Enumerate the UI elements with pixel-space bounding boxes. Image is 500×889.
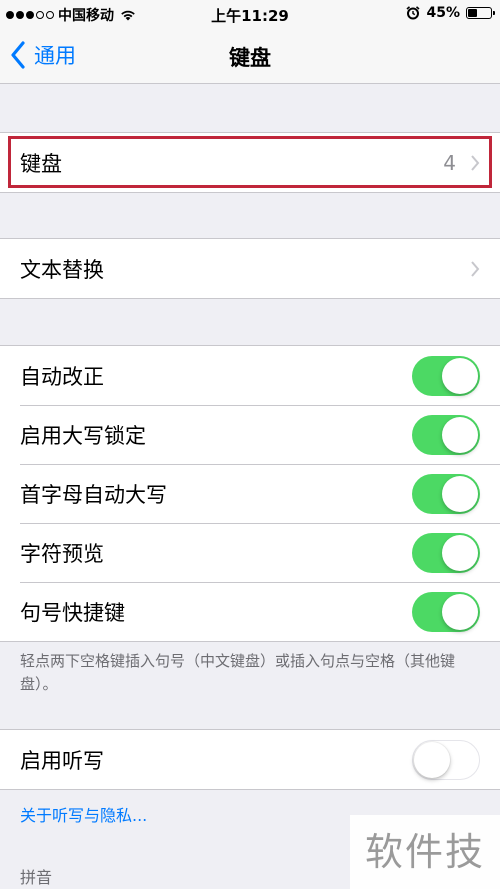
keyboards-row[interactable]: 键盘 4 [0,133,500,192]
status-bar: 中国移动 上午11:29 45% [0,0,500,28]
auto-capitalization-label: 首字母自动大写 [20,482,167,507]
dictation-privacy-link[interactable]: 关于听写与隐私... [20,802,147,826]
auto-capitalization-row: 首字母自动大写 [0,464,500,523]
alarm-clock-icon [406,6,421,20]
auto-capitalization-toggle[interactable] [412,474,480,514]
period-shortcut-row: 句号快捷键 [0,582,500,641]
keyboards-group: 键盘 4 [0,132,500,193]
text-replacement-row[interactable]: 文本替换 [0,239,500,298]
character-preview-toggle[interactable] [412,533,480,573]
chevron-right-icon [471,261,480,277]
character-preview-label: 字符预览 [20,541,104,566]
keyboard-options-group: 自动改正 启用大写锁定 首字母自动大写 字符预览 句号快捷键 [0,345,500,642]
dictation-toggle[interactable] [412,740,480,780]
chevron-right-icon [471,155,480,171]
caps-lock-toggle[interactable] [412,415,480,455]
auto-correction-label: 自动改正 [20,364,104,389]
period-shortcut-toggle[interactable] [412,592,480,632]
dictation-group: 启用听写 [0,729,500,790]
period-shortcut-footer-note: 轻点两下空格键插入句号（中文键盘）或插入句点与空格（其他键盘）。 [20,652,456,693]
status-right: 45% [406,5,495,21]
text-replacement-group: 文本替换 [0,238,500,299]
dictation-row: 启用听写 [0,730,500,789]
navigation-bar: 通用 键盘 [0,28,500,84]
battery-icon [466,7,495,19]
text-replacement-label: 文本替换 [20,257,104,282]
battery-percentage: 45% [426,5,460,21]
caps-lock-label: 启用大写锁定 [20,423,146,448]
keyboards-row-label: 键盘 [20,151,62,176]
character-preview-row: 字符预览 [0,523,500,582]
caps-lock-row: 启用大写锁定 [0,405,500,464]
dictation-label: 启用听写 [20,748,104,773]
auto-correction-toggle[interactable] [412,356,480,396]
keyboards-count: 4 [443,150,456,175]
page-title: 键盘 [229,46,271,70]
pinyin-section-header: 拼音 [20,868,53,887]
auto-correction-row: 自动改正 [0,346,500,405]
watermark: 软件技巧 [350,815,500,889]
period-shortcut-label: 句号快捷键 [20,600,125,625]
